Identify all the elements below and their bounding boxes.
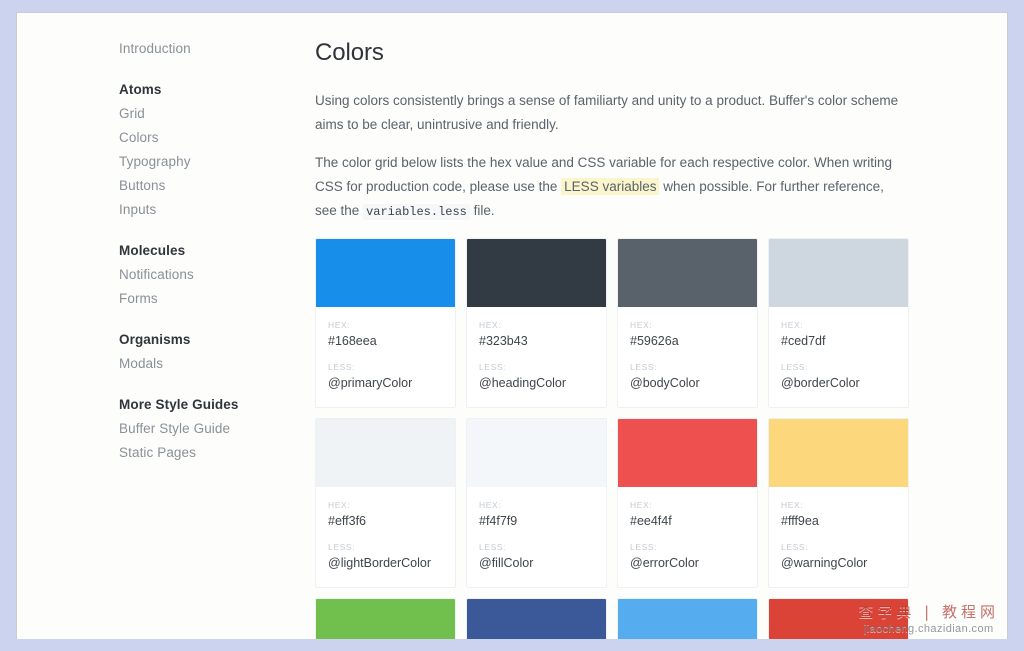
sidebar-group: MoleculesNotificationsForms — [119, 239, 313, 311]
sidebar-item-modals[interactable]: Modals — [119, 352, 313, 376]
less-value: @lightBorderColor — [328, 553, 443, 573]
sidebar-group-title: Organisms — [119, 328, 313, 352]
main-content: Colors Using colors consistently brings … — [313, 13, 1007, 639]
hex-label: HEX: — [328, 499, 443, 511]
color-card — [617, 598, 758, 639]
color-swatch — [316, 599, 455, 639]
hex-label: HEX: — [479, 499, 594, 511]
less-label: LESS: — [328, 541, 443, 553]
hex-value: #fff9ea — [781, 511, 896, 531]
paragraph-2-part-3: file. — [474, 203, 495, 218]
sidebar-group: More Style GuidesBuffer Style GuideStati… — [119, 393, 313, 465]
sidebar-item-inputs[interactable]: Inputs — [119, 198, 313, 222]
style-guide-page: Introduction AtomsGridColorsTypographyBu… — [17, 13, 1007, 639]
sidebar-item-forms[interactable]: Forms — [119, 287, 313, 311]
color-swatch — [618, 419, 757, 487]
hex-label: HEX: — [328, 319, 443, 331]
color-card: HEX:#f4f7f9 LESS:@fillColor — [466, 418, 607, 588]
less-value: @errorColor — [630, 553, 745, 573]
color-card: HEX:#323b43 LESS:@headingColor — [466, 238, 607, 408]
sidebar-item-introduction[interactable]: Introduction — [119, 37, 313, 61]
hex-value: #168eea — [328, 331, 443, 351]
color-card-body: HEX:#ced7df LESS:@borderColor — [769, 307, 908, 407]
less-label: LESS: — [479, 541, 594, 553]
color-swatch — [467, 239, 606, 307]
color-swatch — [316, 239, 455, 307]
color-card: HEX:#fff9ea LESS:@warningColor — [768, 418, 909, 588]
hex-label: HEX: — [630, 319, 745, 331]
color-card-body: HEX:#323b43 LESS:@headingColor — [467, 307, 606, 407]
color-card: HEX:#168eea LESS:@primaryColor — [315, 238, 456, 408]
sidebar-group: AtomsGridColorsTypographyButtonsInputs — [119, 78, 313, 222]
hex-value: #ee4f4f — [630, 511, 745, 531]
sidebar-item-buffer-style-guide[interactable]: Buffer Style Guide — [119, 417, 313, 441]
color-card-body: HEX:#168eea LESS:@primaryColor — [316, 307, 455, 407]
color-swatch — [769, 599, 908, 639]
less-label: LESS: — [781, 361, 896, 373]
less-label: LESS: — [630, 361, 745, 373]
less-value: @borderColor — [781, 373, 896, 393]
less-label: LESS: — [328, 361, 443, 373]
color-swatch — [467, 419, 606, 487]
less-value: @primaryColor — [328, 373, 443, 393]
browser-frame: Introduction AtomsGridColorsTypographyBu… — [16, 12, 1008, 639]
sidebar-group-title: Atoms — [119, 78, 313, 102]
color-card — [315, 598, 456, 639]
hex-value: #59626a — [630, 331, 745, 351]
sidebar-group-title: More Style Guides — [119, 393, 313, 417]
color-swatch — [618, 239, 757, 307]
color-card-body: HEX:#f4f7f9 LESS:@fillColor — [467, 487, 606, 587]
sidebar-group-title: Molecules — [119, 239, 313, 263]
color-card: HEX:#ee4f4f LESS:@errorColor — [617, 418, 758, 588]
sidebar-item-typography[interactable]: Typography — [119, 150, 313, 174]
intro-paragraph-2: The color grid below lists the hex value… — [315, 151, 899, 224]
sidebar-item-grid[interactable]: Grid — [119, 102, 313, 126]
color-swatch — [316, 419, 455, 487]
variables-less-code: variables.less — [363, 204, 470, 220]
hex-value: #f4f7f9 — [479, 511, 594, 531]
color-grid: HEX:#168eeaLESS:@primaryColorHEX:#323b43… — [315, 238, 909, 639]
sidebar-group: OrganismsModals — [119, 328, 313, 376]
color-card — [768, 598, 909, 639]
color-swatch — [769, 239, 908, 307]
color-card — [466, 598, 607, 639]
hex-label: HEX: — [781, 499, 896, 511]
page-title: Colors — [315, 37, 917, 69]
color-card: HEX:#59626a LESS:@bodyColor — [617, 238, 758, 408]
color-card: HEX:#eff3f6 LESS:@lightBorderColor — [315, 418, 456, 588]
less-variables-highlight[interactable]: LESS variables — [561, 178, 659, 195]
color-card-body: HEX:#ee4f4f LESS:@errorColor — [618, 487, 757, 587]
less-label: LESS: — [781, 541, 896, 553]
sidebar-item-notifications[interactable]: Notifications — [119, 263, 313, 287]
sidebar-item-colors[interactable]: Colors — [119, 126, 313, 150]
sidebar-item-buttons[interactable]: Buttons — [119, 174, 313, 198]
hex-value: #323b43 — [479, 331, 594, 351]
sidebar-nav: Introduction AtomsGridColorsTypographyBu… — [17, 13, 313, 639]
color-swatch — [467, 599, 606, 639]
hex-label: HEX: — [630, 499, 745, 511]
color-card-body: HEX:#eff3f6 LESS:@lightBorderColor — [316, 487, 455, 587]
less-value: @bodyColor — [630, 373, 745, 393]
intro-paragraph-1: Using colors consistently brings a sense… — [315, 89, 899, 137]
hex-label: HEX: — [479, 319, 594, 331]
less-value: @fillColor — [479, 553, 594, 573]
hex-value: #ced7df — [781, 331, 896, 351]
less-label: LESS: — [630, 541, 745, 553]
less-value: @warningColor — [781, 553, 896, 573]
hex-value: #eff3f6 — [328, 511, 443, 531]
color-card-body: HEX:#59626a LESS:@bodyColor — [618, 307, 757, 407]
color-swatch — [769, 419, 908, 487]
sidebar-groups: AtomsGridColorsTypographyButtonsInputs Mo… — [119, 78, 313, 465]
less-label: LESS: — [479, 361, 594, 373]
hex-label: HEX: — [781, 319, 896, 331]
color-swatch — [618, 599, 757, 639]
color-card: HEX:#ced7df LESS:@borderColor — [768, 238, 909, 408]
less-value: @headingColor — [479, 373, 594, 393]
color-card-body: HEX:#fff9ea LESS:@warningColor — [769, 487, 908, 587]
sidebar-item-static-pages[interactable]: Static Pages — [119, 441, 313, 465]
